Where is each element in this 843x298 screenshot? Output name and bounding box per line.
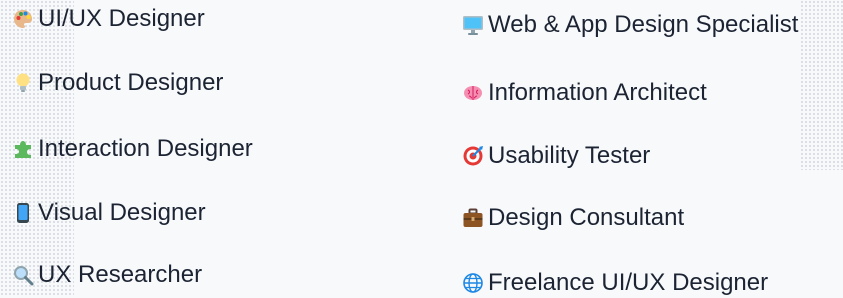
role-label: UX Researcher: [38, 261, 203, 288]
light-bulb-icon: [12, 72, 34, 94]
magnifying-glass-icon: [12, 264, 34, 286]
role-label: UI/UX Designer: [38, 5, 205, 32]
role-label: Freelance UI/UX Designer: [488, 269, 769, 296]
role-item-visual-designer: Visual Designer: [12, 198, 206, 228]
globe-icon: [462, 272, 484, 294]
role-label: Visual Designer: [38, 199, 206, 226]
role-item-design-consultant: Design Consultant: [462, 203, 684, 233]
role-item-usability-tester: Usability Tester: [462, 141, 650, 171]
role-label: Interaction Designer: [38, 135, 253, 162]
brain-icon: [462, 82, 484, 104]
role-item-web-app-design-specialist: Web & App Design Specialist: [462, 10, 798, 40]
puzzle-piece-icon: [12, 138, 34, 160]
role-label: Product Designer: [38, 69, 224, 96]
role-item-freelance-ui-ux-designer: Freelance UI/UX Designer: [462, 268, 768, 298]
role-item-product-designer: Product Designer: [12, 68, 223, 98]
role-item-ux-researcher: UX Researcher: [12, 260, 202, 290]
role-label: Information Architect: [488, 79, 707, 106]
role-label: Web & App Design Specialist: [488, 11, 799, 38]
mobile-phone-icon: [12, 202, 34, 224]
role-item-ui-ux-designer: UI/UX Designer: [12, 4, 205, 34]
dot-pattern-top-right: [800, 0, 843, 170]
role-label: Usability Tester: [488, 142, 651, 169]
role-item-information-architect: Information Architect: [462, 78, 707, 108]
direct-hit-target-icon: [462, 145, 484, 167]
role-label: Design Consultant: [488, 204, 685, 231]
desktop-computer-icon: [462, 14, 484, 36]
role-item-interaction-designer: Interaction Designer: [12, 134, 253, 164]
briefcase-icon: [462, 207, 484, 229]
palette-icon: [12, 8, 34, 30]
